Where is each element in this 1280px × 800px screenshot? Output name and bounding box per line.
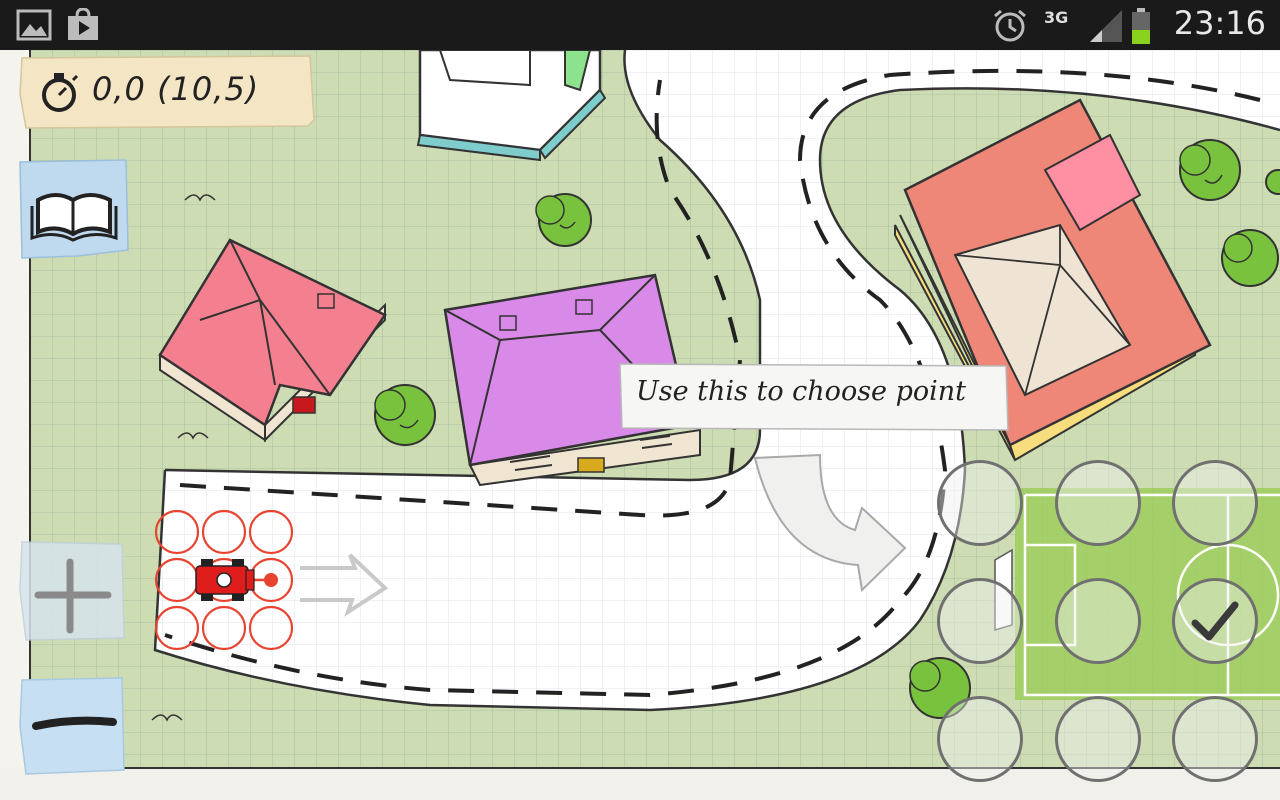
- tree: [1221, 229, 1279, 287]
- timer-readout: 0,0 (10,5): [92, 70, 260, 108]
- stopwatch-icon: [42, 73, 79, 112]
- play-store-icon: [68, 8, 98, 40]
- control-left[interactable]: [937, 578, 1023, 664]
- tree: [374, 384, 436, 446]
- control-down-left[interactable]: [937, 696, 1023, 782]
- status-bar: 3G 23:16: [0, 0, 1280, 50]
- network-type: 3G: [1044, 8, 1069, 27]
- zoom-out-button[interactable]: [18, 676, 126, 776]
- control-up-right[interactable]: [1172, 460, 1258, 546]
- clock: 23:16: [1173, 4, 1266, 42]
- control-down-right[interactable]: [1172, 696, 1258, 782]
- signal-icon: [1090, 10, 1122, 42]
- zoom-in-button[interactable]: [18, 540, 126, 642]
- rules-button[interactable]: [18, 158, 130, 262]
- battery-icon: [1132, 8, 1150, 44]
- checkmark-icon: [1191, 601, 1239, 641]
- control-down[interactable]: [1055, 696, 1141, 782]
- alarm-icon: [994, 9, 1026, 42]
- gallery-icon: [16, 9, 52, 41]
- tree: [1179, 139, 1241, 201]
- control-up-left[interactable]: [937, 460, 1023, 546]
- control-center[interactable]: [1055, 578, 1141, 664]
- tooltip-text: Use this to choose point: [636, 376, 967, 407]
- control-up[interactable]: [1055, 460, 1141, 546]
- confirm-button[interactable]: [1172, 578, 1258, 664]
